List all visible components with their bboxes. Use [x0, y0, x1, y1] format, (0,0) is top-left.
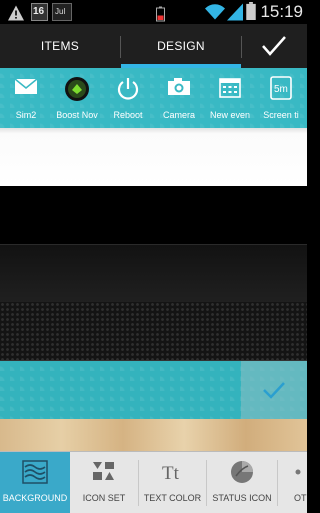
calendar-icon: 16: [31, 3, 48, 21]
confirm-button[interactable]: [241, 24, 307, 68]
status-date-day: 16: [33, 6, 45, 17]
background-option-white[interactable]: [0, 128, 307, 186]
camera-icon: [168, 78, 190, 95]
background-option-carbon-mesh[interactable]: [0, 302, 307, 361]
toggle-reboot[interactable]: Reboot: [102, 68, 154, 128]
background-option-black[interactable]: [0, 186, 307, 244]
status-date-month: Jul: [55, 7, 66, 16]
bottom-tab-background[interactable]: BACKGROUND: [0, 452, 70, 513]
toggle-boost-now[interactable]: Boost Nov: [51, 68, 103, 128]
toggle-label: Screen ti: [263, 110, 299, 120]
checkmark-icon: [263, 382, 285, 399]
mail-icon: [14, 78, 38, 94]
toggle-camera[interactable]: Camera: [153, 68, 205, 128]
tab-items[interactable]: ITEMS: [0, 24, 120, 68]
bottom-tab-other[interactable]: OT: [278, 452, 307, 513]
text-color-icon: Tt: [162, 463, 180, 484]
warning-icon: [8, 5, 24, 21]
bottom-tab-text-color[interactable]: Tt TEXT COLOR: [139, 452, 206, 513]
signal-icon: [227, 3, 243, 21]
bottom-tab-label: ICON SET: [82, 493, 126, 503]
month-badge: Jul: [52, 3, 72, 21]
toggle-label: New even: [209, 110, 251, 120]
svg-text:5m: 5m: [274, 84, 288, 95]
tab-items-label: ITEMS: [40, 39, 80, 53]
bottom-tab-label: STATUS ICON: [212, 493, 272, 503]
toggle-new-event[interactable]: New even: [204, 68, 256, 128]
bottom-tab-label: OT: [294, 493, 307, 503]
power-icon: [117, 78, 139, 100]
icon-set-icon: [93, 462, 114, 480]
toggle-label: Camera: [162, 110, 195, 120]
background-icon: [22, 460, 48, 484]
battery-low-icon: [156, 6, 165, 22]
checkmark-icon: [262, 36, 286, 56]
wifi-icon: [205, 4, 225, 20]
bottom-tab-icon-set[interactable]: ICON SET: [70, 452, 138, 513]
status-icon-icon: [231, 461, 253, 483]
toggle-label: Reboot: [113, 110, 143, 120]
background-option-teal-pattern[interactable]: [0, 361, 307, 419]
background-option-wood[interactable]: [0, 419, 307, 451]
toggle-sim2[interactable]: Sim2: [0, 68, 52, 128]
toggle-preview-strip: Sim2 Boost Nov Reboot Camera New even 5m…: [0, 68, 307, 128]
status-clock: 15:19: [260, 2, 303, 21]
tab-design-label: DESIGN: [157, 39, 205, 53]
tab-bar: ITEMS DESIGN: [0, 24, 307, 68]
bottom-tab-label: BACKGROUND: [2, 493, 68, 503]
other-icon: [295, 469, 301, 475]
tab-design[interactable]: DESIGN: [121, 24, 241, 68]
bottom-tab-status-icon[interactable]: STATUS ICON: [207, 452, 277, 513]
calendar-icon: [219, 78, 241, 98]
bottom-tab-label: TEXT COLOR: [143, 493, 202, 503]
selected-indicator: [241, 361, 307, 419]
screen-timeout-icon: 5m: [270, 76, 292, 100]
toggle-screen-timeout[interactable]: 5m Screen ti: [255, 68, 307, 128]
toggle-label: Boost Nov: [56, 110, 98, 120]
boost-icon: [65, 77, 89, 101]
battery-icon: [246, 2, 256, 20]
background-option-dark-gradient[interactable]: [0, 244, 307, 304]
svg-text:Tt: Tt: [162, 463, 180, 484]
toggle-label: Sim2: [15, 110, 37, 120]
bottom-tab-bar: BACKGROUND ICON SET Tt TEXT COLOR STATUS…: [0, 451, 307, 513]
status-bar: 16 Jul 15:19: [0, 0, 307, 24]
